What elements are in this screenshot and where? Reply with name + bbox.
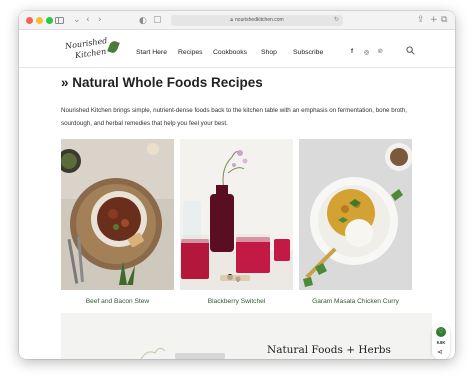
site-logo[interactable]: Nourished Kitchen <box>65 36 120 63</box>
tab-icon[interactable]: ▢ <box>153 14 162 26</box>
zoom-window-button[interactable] <box>46 17 53 24</box>
browser-window: ⌄ ‹ › ◐ ▢ 🔒︎ nourishedkitchen.com ↻ ⇪ + ⧉… <box>19 11 455 359</box>
nav-cookbooks[interactable]: Cookbooks <box>213 49 247 56</box>
recipe-title[interactable]: Beef and Bacon Stew <box>61 298 174 305</box>
site-header: Nourished Kitchen Start Here Recipes Coo… <box>19 30 455 68</box>
recipe-card[interactable]: Garam Masala Chicken Curry <box>299 139 412 305</box>
reload-icon[interactable]: ↻ <box>334 15 339 26</box>
search-icon[interactable] <box>406 46 415 55</box>
intro-text: Nourished Kitchen brings simple, nutrien… <box>61 107 408 127</box>
facebook-icon[interactable]: f <box>351 49 353 55</box>
share-icon[interactable]: ⇪ <box>417 14 425 26</box>
new-tab-icon[interactable]: + <box>430 14 438 26</box>
promo-image <box>141 347 225 359</box>
close-window-button[interactable] <box>26 17 33 24</box>
browser-toolbar: ⌄ ‹ › ◐ ▢ 🔒︎ nourishedkitchen.com ↻ ⇪ + ⧉ <box>19 11 455 30</box>
share-count: 9.8K <box>436 340 446 345</box>
recipe-card[interactable]: Beef and Bacon Stew <box>61 139 174 305</box>
privacy-shield-icon[interactable]: ◐ <box>139 15 147 27</box>
nav-start-here[interactable]: Start Here <box>136 49 167 56</box>
recipe-card[interactable]: Blackberry Switchel <box>180 139 293 305</box>
tab-overview-icon[interactable]: ⧉ <box>441 14 447 26</box>
recipe-image-blackberry-switchel[interactable] <box>180 139 293 290</box>
minimize-window-button[interactable] <box>36 17 43 24</box>
back-arrow-icon[interactable]: ‹ <box>86 14 90 26</box>
pinterest-icon[interactable]: ℗ <box>378 49 382 55</box>
address-bar[interactable]: 🔒︎ nourishedkitchen.com ↻ <box>171 15 343 26</box>
heart-icon[interactable]: ♡ <box>436 327 446 337</box>
recipe-image-chicken-curry[interactable] <box>299 139 412 290</box>
address-url: nourishedkitchen.com <box>235 17 284 23</box>
instagram-icon[interactable]: ◎ <box>364 49 369 56</box>
page-title: » Natural Whole Foods Recipes <box>61 75 263 90</box>
share-icon[interactable]: ⋖ <box>437 348 443 356</box>
recipe-title[interactable]: Garam Masala Chicken Curry <box>299 298 412 305</box>
share-widget[interactable]: ♡ 9.8K ⋖ <box>432 324 450 359</box>
forward-arrow-icon[interactable]: › <box>98 14 102 26</box>
promo-heading: Natural Foods + Herbs <box>267 344 391 356</box>
nav-shop[interactable]: Shop <box>261 49 277 56</box>
leaf-icon <box>107 39 120 55</box>
chevron-down-icon[interactable]: ⌄ <box>73 14 81 26</box>
nav-subscribe[interactable]: Subscribe <box>293 49 323 56</box>
nav-recipes[interactable]: Recipes <box>178 49 203 56</box>
recipe-image-beef-stew[interactable] <box>61 139 174 290</box>
lock-icon: 🔒︎ <box>230 17 234 23</box>
sidebar-toggle-icon[interactable] <box>55 17 64 24</box>
recipe-title[interactable]: Blackberry Switchel <box>180 298 293 305</box>
